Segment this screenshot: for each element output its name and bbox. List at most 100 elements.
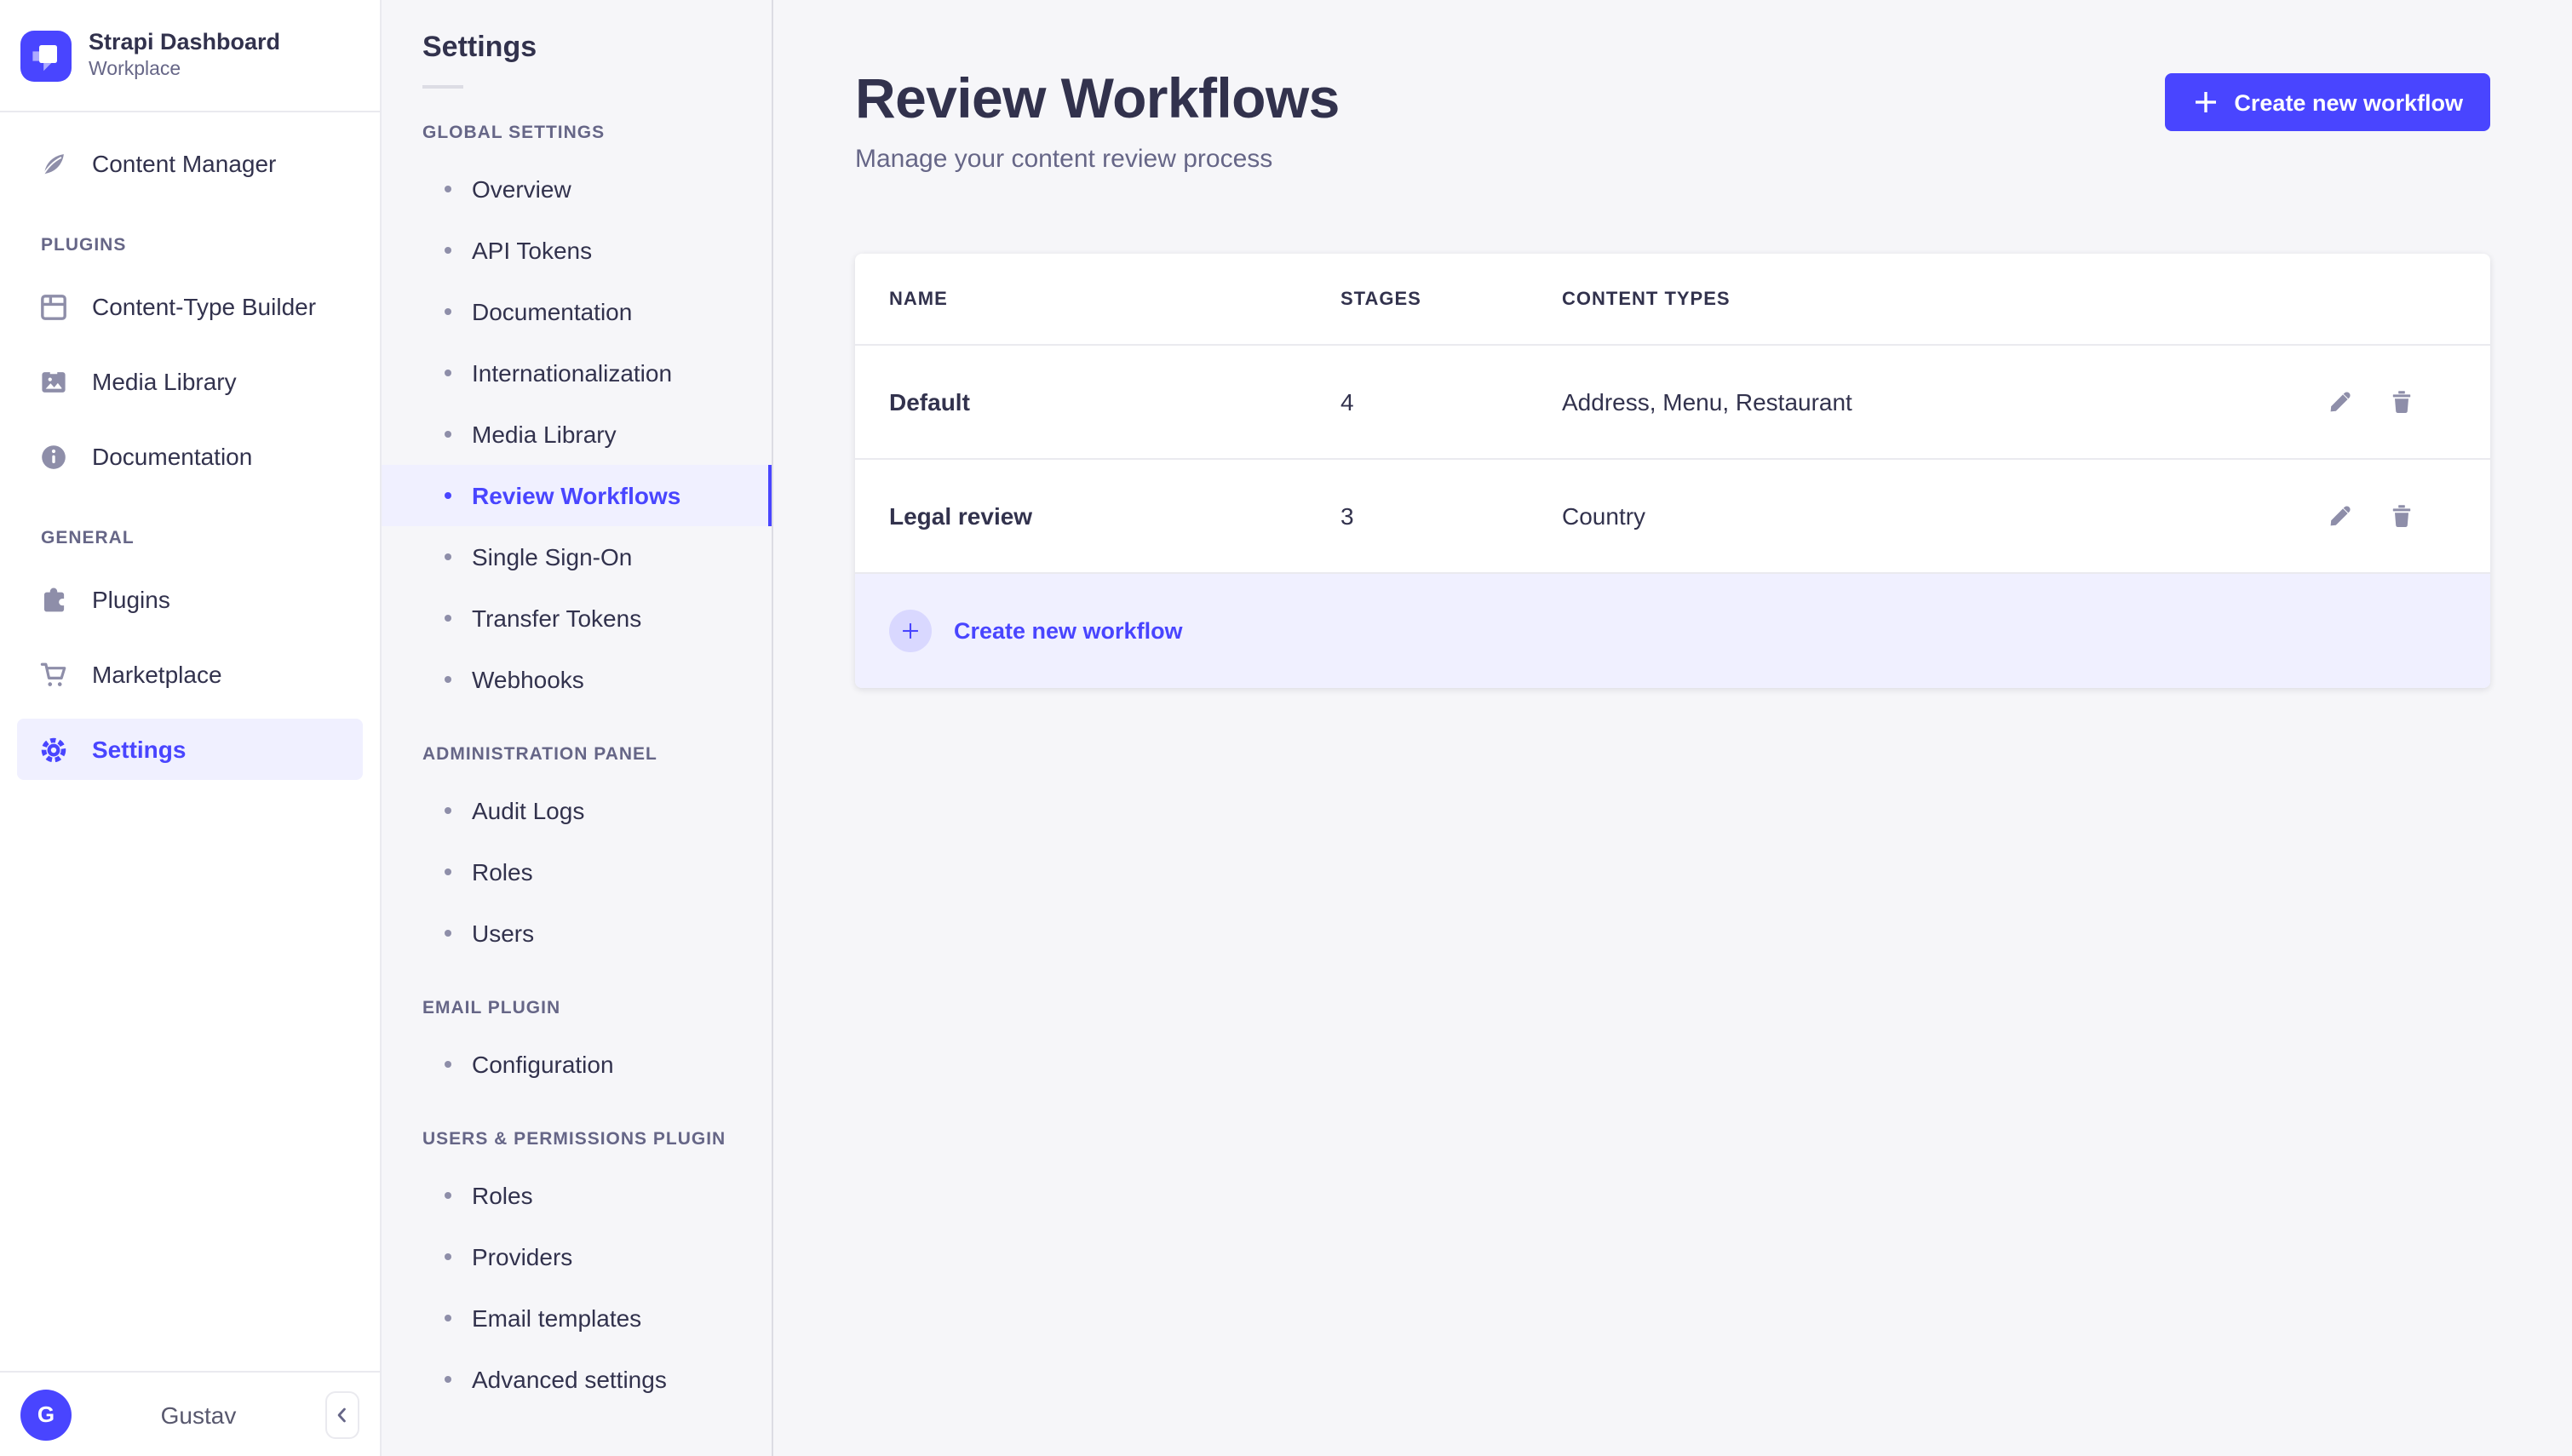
edit-workflow-button[interactable]: [2317, 493, 2364, 541]
subnav-item-api-tokens[interactable]: API Tokens: [382, 220, 772, 281]
workspace-header[interactable]: Strapi Dashboard Workplace: [0, 0, 380, 112]
bullet-icon: [445, 247, 451, 254]
subnav-item-email-templates[interactable]: Email templates: [382, 1287, 772, 1349]
create-workflow-label: Create new workflow: [954, 618, 1183, 645]
plus-circle-icon: [889, 610, 932, 653]
table-row-default[interactable]: Default 4 Address, Menu, Restaurant: [855, 347, 2490, 461]
plus-icon: [2191, 89, 2219, 116]
nav-item-documentation[interactable]: Documentation: [17, 426, 363, 487]
bullet-icon: [445, 1253, 451, 1260]
nav-item-settings[interactable]: Settings: [17, 719, 363, 780]
main-sidebar: Strapi Dashboard Workplace Content Manag…: [0, 0, 382, 1456]
subnav-item-advanced-settings[interactable]: Advanced settings: [382, 1349, 772, 1410]
bullet-icon: [445, 308, 451, 315]
bullet-icon: [445, 1376, 451, 1383]
pencil-icon: [2330, 393, 2351, 412]
subnav-item-users[interactable]: Users: [382, 903, 772, 964]
subnav-section-administration-panel: ADMINISTRATION PANEL: [422, 744, 657, 765]
subnav-item-label: Roles: [472, 1182, 533, 1209]
subnav-item-label: Providers: [472, 1243, 573, 1270]
brand-text: Strapi Dashboard Workplace: [89, 29, 280, 83]
app-title: Strapi Dashboard: [89, 28, 281, 54]
subnav-item-documentation[interactable]: Documentation: [382, 281, 772, 342]
subnav-item-label: Audit Logs: [472, 797, 585, 824]
subnav-item-transfer-tokens[interactable]: Transfer Tokens: [382, 588, 772, 649]
bullet-icon: [445, 370, 451, 376]
trash-icon: [2392, 391, 2411, 414]
bullet-icon: [445, 431, 451, 438]
table-header-row: NAME STAGES CONTENT TYPES: [855, 255, 2490, 347]
subnav-item-configuration[interactable]: Configuration: [382, 1034, 772, 1095]
main-nav: Content Manager PLUGINS Content-Type Bui…: [0, 112, 380, 780]
create-new-workflow-button[interactable]: Create new workflow: [2164, 73, 2490, 131]
subnav-item-label: Documentation: [472, 298, 633, 325]
page-subtitle: Manage your content review process: [855, 145, 1273, 175]
table-row-legal-review[interactable]: Legal review 3 Country: [855, 461, 2490, 575]
subnav-item-audit-logs[interactable]: Audit Logs: [382, 780, 772, 841]
user-name: Gustav: [160, 1401, 237, 1428]
subnav-item-internationalization[interactable]: Internationalization: [382, 342, 772, 404]
workflow-stages: 3: [1341, 502, 1354, 530]
subnav-item-single-sign-on[interactable]: Single Sign-On: [382, 526, 772, 588]
workspace-name: Workplace: [89, 59, 181, 80]
bullet-icon: [445, 186, 451, 192]
info-icon: [39, 442, 68, 471]
nav-item-label: Plugins: [92, 586, 170, 613]
bullet-icon: [445, 492, 451, 499]
create-workflow-row[interactable]: Create new workflow: [855, 574, 2490, 689]
bullet-icon: [445, 868, 451, 875]
bullet-icon: [445, 1192, 451, 1199]
workflows-table: NAME STAGES CONTENT TYPES Default 4 Addr…: [855, 254, 2490, 689]
chevron-left-icon: [337, 1407, 346, 1422]
subnav-item-label: API Tokens: [472, 237, 593, 264]
nav-item-content-manager[interactable]: Content Manager: [17, 133, 363, 194]
nav-item-label: Media Library: [92, 368, 237, 395]
subnav-item-overview[interactable]: Overview: [382, 158, 772, 220]
gear-icon: [39, 735, 68, 764]
subnav-item-webhooks[interactable]: Webhooks: [382, 649, 772, 710]
bullet-icon: [445, 1315, 451, 1321]
subnav-title: Settings: [422, 31, 537, 63]
subnav-section-users-permissions-plugin: USERS & PERMISSIONS PLUGIN: [422, 1129, 726, 1149]
puzzle-icon: [39, 585, 68, 614]
subnav-item-label: Single Sign-On: [472, 543, 633, 570]
page-title: Review Workflows: [855, 66, 1340, 129]
nav-item-label: Marketplace: [92, 661, 222, 688]
nav-item-label: Content Manager: [92, 150, 277, 177]
bullet-icon: [445, 807, 451, 814]
delete-workflow-button[interactable]: [2378, 493, 2426, 541]
subnav-section-global-settings: GLOBAL SETTINGS: [422, 123, 606, 143]
main-content: Review Workflows Manage your content rev…: [773, 0, 2572, 1456]
pencil-icon: [2330, 507, 2351, 526]
subnav-item-label: Overview: [472, 175, 571, 203]
layout-icon: [39, 292, 68, 321]
avatar: G: [20, 1389, 72, 1440]
workflow-name: Default: [889, 388, 970, 416]
page-header-text: Review Workflows Manage your content rev…: [855, 66, 1340, 175]
cart-icon: [39, 660, 68, 689]
nav-item-content-type-builder[interactable]: Content-Type Builder: [17, 276, 363, 337]
subnav-item-up-roles[interactable]: Roles: [382, 1165, 772, 1226]
column-header-name: NAME: [889, 289, 948, 310]
pen-icon: [39, 149, 68, 178]
nav-item-marketplace[interactable]: Marketplace: [17, 644, 363, 705]
subnav-item-review-workflows[interactable]: Review Workflows: [382, 465, 772, 526]
nav-item-plugins[interactable]: Plugins: [17, 569, 363, 630]
column-header-content-types: CONTENT TYPES: [1562, 289, 1731, 310]
divider: [422, 85, 463, 89]
edit-workflow-button[interactable]: [2317, 379, 2364, 427]
bullet-icon: [445, 1061, 451, 1068]
subnav-item-media-library[interactable]: Media Library: [382, 404, 772, 465]
image-icon: [39, 367, 68, 396]
workflow-stages: 4: [1341, 388, 1354, 416]
subnav-item-providers[interactable]: Providers: [382, 1226, 772, 1287]
settings-subnav: Settings GLOBAL SETTINGS Overview API To…: [382, 0, 773, 1456]
delete-workflow-button[interactable]: [2378, 379, 2426, 427]
nav-item-media-library[interactable]: Media Library: [17, 351, 363, 412]
workflow-content-types: Address, Menu, Restaurant: [1562, 388, 1852, 416]
subnav-item-admin-roles[interactable]: Roles: [382, 841, 772, 903]
column-header-stages: STAGES: [1341, 289, 1421, 310]
app-root: Strapi Dashboard Workplace Content Manag…: [0, 0, 2572, 1456]
subnav-item-label: Email templates: [472, 1304, 642, 1332]
collapse-sidebar-button[interactable]: [325, 1390, 359, 1438]
